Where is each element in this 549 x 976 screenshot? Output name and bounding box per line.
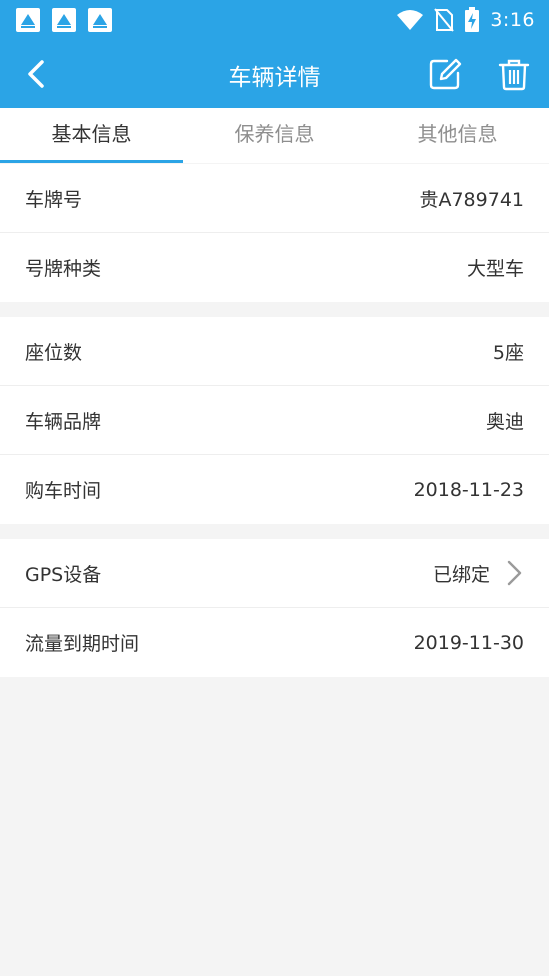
chevron-right-icon — [507, 560, 522, 586]
app-notification-icon — [52, 8, 76, 32]
row-value: 已绑定 — [432, 563, 490, 586]
page-title: 车辆详情 — [228, 65, 321, 91]
trash-icon — [498, 59, 530, 91]
list-item: 车牌号 贵A789741 — [0, 164, 549, 233]
edit-button[interactable] — [427, 56, 463, 92]
edit-icon — [429, 58, 462, 90]
list-item: 座位数 5座 — [0, 317, 549, 386]
info-group-gps: GPS设备 已绑定 流量到期时间 2019-11-30 — [0, 539, 549, 677]
list-item: 购车时间 2018-11-23 — [0, 455, 549, 524]
app-notification-icon — [88, 8, 112, 32]
row-value: 贵A789741 — [419, 188, 524, 211]
row-label: 车辆品牌 — [25, 410, 102, 433]
row-value: 大型车 — [466, 258, 524, 280]
list-item: 流量到期时间 2019-11-30 — [0, 608, 549, 677]
delete-button[interactable] — [496, 56, 532, 92]
row-label: 流量到期时间 — [25, 633, 140, 655]
list-item: 车辆品牌 奥迪 — [0, 386, 549, 455]
tab-maintenance-info[interactable]: 保养信息 — [183, 108, 366, 163]
wifi-icon — [397, 10, 424, 30]
battery-charging-icon — [465, 7, 480, 32]
list-item: 号牌种类 大型车 — [0, 233, 549, 302]
tab-basic-info[interactable]: 基本信息 — [0, 108, 183, 163]
row-value: 奥迪 — [485, 410, 524, 433]
app-toolbar: 车辆详情 — [0, 40, 549, 108]
info-group-vehicle: 座位数 5座 车辆品牌 奥迪 购车时间 2018-11-23 — [0, 317, 549, 524]
row-label: GPS设备 — [25, 563, 102, 586]
info-group-plate: 车牌号 贵A789741 号牌种类 大型车 — [0, 164, 549, 302]
row-value: 2019-11-30 — [413, 631, 524, 654]
row-label: 车牌号 — [25, 188, 83, 211]
no-sim-icon — [434, 8, 455, 32]
row-label: 购车时间 — [25, 480, 102, 502]
gps-device-row[interactable]: GPS设备 已绑定 — [0, 539, 549, 608]
row-value: 2018-11-23 — [413, 478, 524, 501]
row-value: 5座 — [492, 341, 524, 364]
row-label: 号牌种类 — [25, 258, 102, 280]
status-bar: 3:16 — [0, 0, 549, 40]
tab-bar: 基本信息 保养信息 其他信息 — [0, 108, 549, 163]
tab-other-info[interactable]: 其他信息 — [366, 108, 549, 163]
app-notification-icon — [16, 8, 40, 32]
status-time: 3:16 — [490, 9, 535, 31]
row-label: 座位数 — [25, 341, 83, 364]
